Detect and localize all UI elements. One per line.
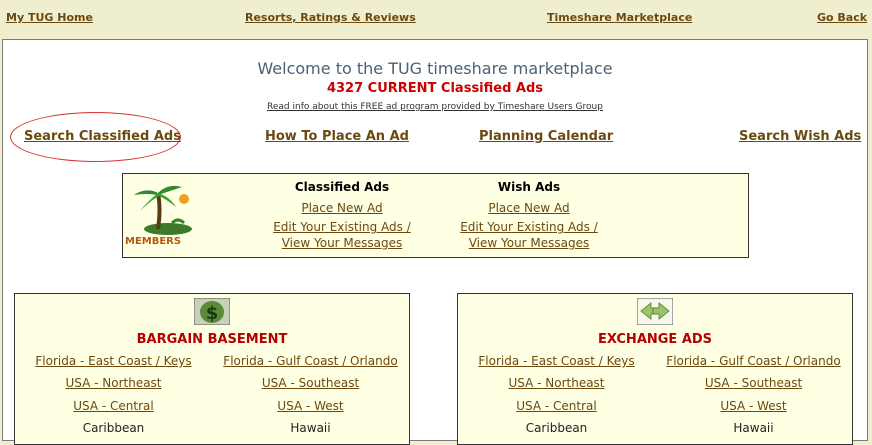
bargain-basement-title: BARGAIN BASEMENT bbox=[136, 332, 288, 347]
classified-ads-column: Classified Ads Place New Ad Edit Your Ex… bbox=[268, 180, 416, 251]
bargain-florida-gulf-link[interactable]: Florida - Gulf Coast / Orlando bbox=[212, 354, 409, 368]
bargain-caribbean-item[interactable]: Caribbean bbox=[15, 421, 212, 435]
classified-view-messages-link[interactable]: View Your Messages bbox=[268, 235, 416, 251]
wish-place-new-ad-link[interactable]: Place New Ad bbox=[455, 200, 603, 216]
exchange-usa-central-link[interactable]: USA - Central bbox=[458, 399, 655, 413]
classified-ads-heading: Classified Ads bbox=[294, 180, 390, 194]
go-back-link[interactable]: Go Back bbox=[817, 11, 867, 24]
dollar-icon[interactable]: $ bbox=[194, 298, 230, 325]
my-tug-home-link[interactable]: My TUG Home bbox=[6, 11, 93, 24]
wish-ads-heading: Wish Ads bbox=[497, 180, 561, 194]
bargain-hawaii-item[interactable]: Hawaii bbox=[212, 421, 409, 435]
exchange-caribbean-item[interactable]: Caribbean bbox=[458, 421, 655, 435]
exchange-arrows-icon[interactable] bbox=[637, 298, 673, 325]
classified-ad-count: 4327 CURRENT Classified Ads bbox=[326, 81, 544, 96]
exchange-usa-northeast-link[interactable]: USA - Northeast bbox=[458, 376, 655, 390]
welcome-heading: Welcome to the TUG timeshare marketplace bbox=[257, 59, 613, 78]
exchange-florida-gulf-link[interactable]: Florida - Gulf Coast / Orlando bbox=[655, 354, 852, 368]
exchange-usa-southeast-link[interactable]: USA - Southeast bbox=[655, 376, 852, 390]
classified-place-new-ad-link[interactable]: Place New Ad bbox=[268, 200, 416, 216]
bargain-usa-central-link[interactable]: USA - Central bbox=[15, 399, 212, 413]
members-panel: MEMBERS Classified Ads Place New Ad Edit… bbox=[122, 173, 749, 258]
exchange-ads-title: EXCHANGE ADS bbox=[597, 332, 713, 347]
bargain-usa-west-link[interactable]: USA - West bbox=[212, 399, 409, 413]
wish-edit-ads-link[interactable]: Edit Your Existing Ads / bbox=[455, 219, 603, 235]
main-content: Welcome to the TUG timeshare marketplace… bbox=[2, 39, 868, 445]
exchange-ads-panel: EXCHANGE ADS Florida - East Coast / Keys… bbox=[457, 293, 853, 445]
bargain-usa-southeast-link[interactable]: USA - Southeast bbox=[212, 376, 409, 390]
wish-ads-column: Wish Ads Place New Ad Edit Your Existing… bbox=[455, 180, 603, 251]
bargain-usa-northeast-link[interactable]: USA - Northeast bbox=[15, 376, 212, 390]
search-wish-ads-link[interactable]: Search Wish Ads bbox=[739, 129, 861, 144]
svg-text:$: $ bbox=[206, 303, 219, 324]
resorts-ratings-reviews-link[interactable]: Resorts, Ratings & Reviews bbox=[245, 11, 416, 24]
planning-calendar-link[interactable]: Planning Calendar bbox=[479, 129, 613, 144]
exchange-hawaii-item[interactable]: Hawaii bbox=[655, 421, 852, 435]
classified-edit-ads-link[interactable]: Edit Your Existing Ads / bbox=[268, 219, 416, 235]
read-info-link[interactable]: Read info about this FREE ad program pro… bbox=[267, 102, 603, 112]
search-classified-ads-link[interactable]: Search Classified Ads bbox=[24, 129, 181, 144]
how-to-place-ad-link[interactable]: How To Place An Ad bbox=[265, 129, 409, 144]
bargain-basement-panel: $ BARGAIN BASEMENT Florida - East Coast … bbox=[14, 293, 410, 445]
top-navigation: My TUG Home Resorts, Ratings & Reviews T… bbox=[0, 0, 872, 38]
timeshare-marketplace-link[interactable]: Timeshare Marketplace bbox=[547, 11, 692, 24]
bargain-florida-east-link[interactable]: Florida - East Coast / Keys bbox=[15, 354, 212, 368]
exchange-florida-east-link[interactable]: Florida - East Coast / Keys bbox=[458, 354, 655, 368]
read-info-link-row: Read info about this FREE ad program pro… bbox=[3, 102, 867, 112]
wish-view-messages-link[interactable]: View Your Messages bbox=[455, 235, 603, 251]
members-logo-text: MEMBERS bbox=[125, 236, 182, 247]
exchange-usa-west-link[interactable]: USA - West bbox=[655, 399, 852, 413]
